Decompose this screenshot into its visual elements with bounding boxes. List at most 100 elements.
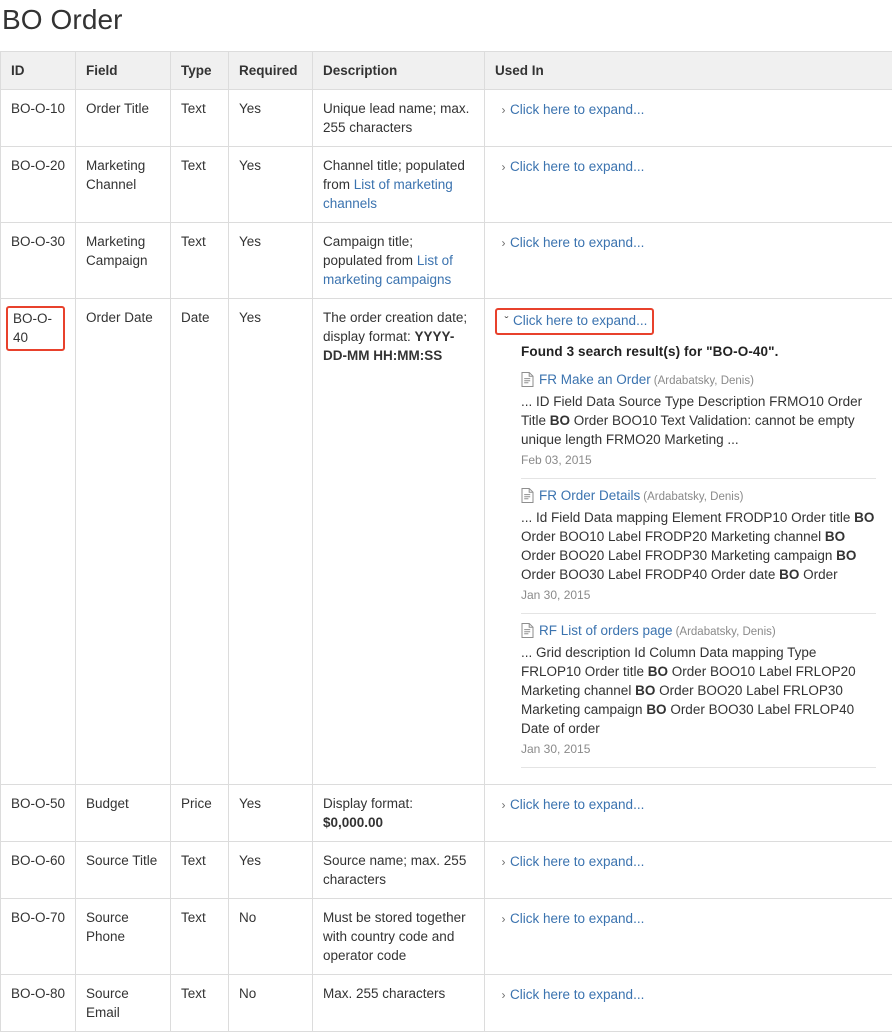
cell-type: Price <box>171 785 229 842</box>
search-result-date: Jan 30, 2015 <box>521 740 876 759</box>
cell-required: Yes <box>229 147 313 223</box>
search-result-snippet: ... Id Field Data mapping Element FRODP1… <box>521 508 876 584</box>
cell-id: BO-O-40 <box>1 299 76 785</box>
cell-id: BO-O-10 <box>1 90 76 147</box>
expand-toggle-bo-o-10[interactable]: ›Click here to expand... <box>495 99 648 122</box>
search-result-title-line: RF List of orders page(Ardabatsky, Denis… <box>521 621 876 642</box>
cell-description: Display format: $0,000.00 <box>313 785 485 842</box>
cell-field: Source Email <box>76 975 171 1032</box>
search-result-link[interactable]: FR Order Details <box>539 488 640 503</box>
search-result-date: Jan 30, 2015 <box>521 586 876 605</box>
cell-type: Date <box>171 299 229 785</box>
cell-description: Unique lead name; max. 255 characters <box>313 90 485 147</box>
expand-toggle-bo-o-20[interactable]: ›Click here to expand... <box>495 156 648 179</box>
cell-field: Marketing Campaign <box>76 223 171 299</box>
cell-description: Channel title; populated from List of ma… <box>313 147 485 223</box>
chevron-right-icon: › <box>497 234 510 253</box>
table-row: BO-O-70Source PhoneTextNoMust be stored … <box>1 899 892 975</box>
document-icon <box>521 488 534 503</box>
column-header-description: Description <box>313 52 485 90</box>
cell-description: Source name; max. 255 characters <box>313 842 485 899</box>
chevron-right-icon: › <box>497 986 510 1005</box>
cell-used-in: ›Click here to expand... <box>485 785 892 842</box>
cell-description: Must be stored together with country cod… <box>313 899 485 975</box>
column-header-field: Field <box>76 52 171 90</box>
search-result-author: (Ardabatsky, Denis) <box>676 626 776 638</box>
cell-required: Yes <box>229 90 313 147</box>
cell-type: Text <box>171 975 229 1032</box>
cell-required: No <box>229 975 313 1032</box>
description-format-value: YYYY-DD-MM HH:MM:SS <box>323 329 454 363</box>
cell-field: Budget <box>76 785 171 842</box>
page-root: BO Order ID Field Type Required Descript… <box>0 0 892 931</box>
bo-order-spec-table: ID Field Type Required Description Used … <box>0 51 892 1032</box>
cell-field: Source Phone <box>76 899 171 975</box>
chevron-right-icon: › <box>497 853 510 872</box>
column-header-type: Type <box>171 52 229 90</box>
expand-toggle-bo-o-30[interactable]: ›Click here to expand... <box>495 232 648 255</box>
search-result-snippet: ... Grid description Id Column Data mapp… <box>521 643 876 738</box>
cell-field: Marketing Channel <box>76 147 171 223</box>
cell-description: Campaign title; populated from List of m… <box>313 223 485 299</box>
expand-toggle-bo-o-80[interactable]: ›Click here to expand... <box>495 984 648 1007</box>
search-result-title-line: FR Make an Order(Ardabatsky, Denis) <box>521 370 876 391</box>
table-body: BO-O-10Order TitleTextYesUnique lead nam… <box>1 90 892 1032</box>
table-row: BO-O-40Order DateDateYesThe order creati… <box>1 299 892 785</box>
document-icon <box>521 623 534 638</box>
cell-id: BO-O-30 <box>1 223 76 299</box>
table-row: BO-O-50BudgetPriceYesDisplay format: $0,… <box>1 785 892 842</box>
search-result-link[interactable]: FR Make an Order <box>539 372 651 387</box>
cell-required: Yes <box>229 842 313 899</box>
expand-label[interactable]: Click here to expand... <box>510 797 644 812</box>
search-result-link[interactable]: RF List of orders page <box>539 623 673 638</box>
expand-label[interactable]: Click here to expand... <box>513 313 647 328</box>
cell-used-in: ›Click here to expand... <box>485 147 892 223</box>
search-result-item: FR Order Details(Ardabatsky, Denis) ... I… <box>521 486 876 614</box>
document-icon <box>521 372 534 387</box>
cell-id: BO-O-50 <box>1 785 76 842</box>
cell-id: BO-O-60 <box>1 842 76 899</box>
search-result-item: RF List of orders page(Ardabatsky, Denis… <box>521 621 876 768</box>
table-header-row: ID Field Type Required Description Used … <box>1 52 892 90</box>
cell-type: Text <box>171 223 229 299</box>
search-result-item: FR Make an Order(Ardabatsky, Denis)... I… <box>521 370 876 479</box>
search-result-author: (Ardabatsky, Denis) <box>643 491 743 503</box>
expand-label[interactable]: Click here to expand... <box>510 159 644 174</box>
chevron-down-icon: ˇ <box>500 312 513 331</box>
column-header-used-in: Used In <box>485 52 892 90</box>
cell-type: Text <box>171 842 229 899</box>
expand-toggle-bo-o-50[interactable]: ›Click here to expand... <box>495 794 648 817</box>
search-results-heading: Found 3 search result(s) for "BO-O-40". <box>521 342 876 361</box>
column-header-id: ID <box>1 52 76 90</box>
expand-toggle-bo-o-70[interactable]: ›Click here to expand... <box>495 908 648 931</box>
table-row: BO-O-60Source TitleTextYesSource name; m… <box>1 842 892 899</box>
cell-id: BO-O-20 <box>1 147 76 223</box>
cell-type: Text <box>171 899 229 975</box>
cell-required: Yes <box>229 785 313 842</box>
cell-used-in: ›Click here to expand... <box>485 223 892 299</box>
expand-toggle-bo-o-60[interactable]: ›Click here to expand... <box>495 851 648 874</box>
expand-label[interactable]: Click here to expand... <box>510 854 644 869</box>
cell-field: Order Title <box>76 90 171 147</box>
search-results-panel: Found 3 search result(s) for "BO-O-40". F… <box>521 342 882 768</box>
cell-field: Order Date <box>76 299 171 785</box>
chevron-right-icon: › <box>497 158 510 177</box>
table-row: BO-O-20Marketing ChannelTextYesChannel t… <box>1 147 892 223</box>
table-row: BO-O-10Order TitleTextYesUnique lead nam… <box>1 90 892 147</box>
expand-label[interactable]: Click here to expand... <box>510 911 644 926</box>
description-link[interactable]: List of marketing campaigns <box>323 253 453 287</box>
table-row: BO-O-80Source EmailTextNoMax. 255 charac… <box>1 975 892 1032</box>
cell-description: The order creation date; display format:… <box>313 299 485 785</box>
expand-label[interactable]: Click here to expand... <box>510 235 644 250</box>
cell-required: Yes <box>229 299 313 785</box>
id-highlight-box: BO-O-40 <box>6 306 65 351</box>
cell-type: Text <box>171 147 229 223</box>
chevron-right-icon: › <box>497 101 510 120</box>
expand-label[interactable]: Click here to expand... <box>510 102 644 117</box>
expand-toggle-bo-o-40[interactable]: ˇClick here to expand... <box>495 308 654 335</box>
cell-used-in: ›Click here to expand... <box>485 842 892 899</box>
cell-description: Max. 255 characters <box>313 975 485 1032</box>
expand-label[interactable]: Click here to expand... <box>510 987 644 1002</box>
cell-used-in: ›Click here to expand... <box>485 90 892 147</box>
description-link[interactable]: List of marketing channels <box>323 177 453 211</box>
